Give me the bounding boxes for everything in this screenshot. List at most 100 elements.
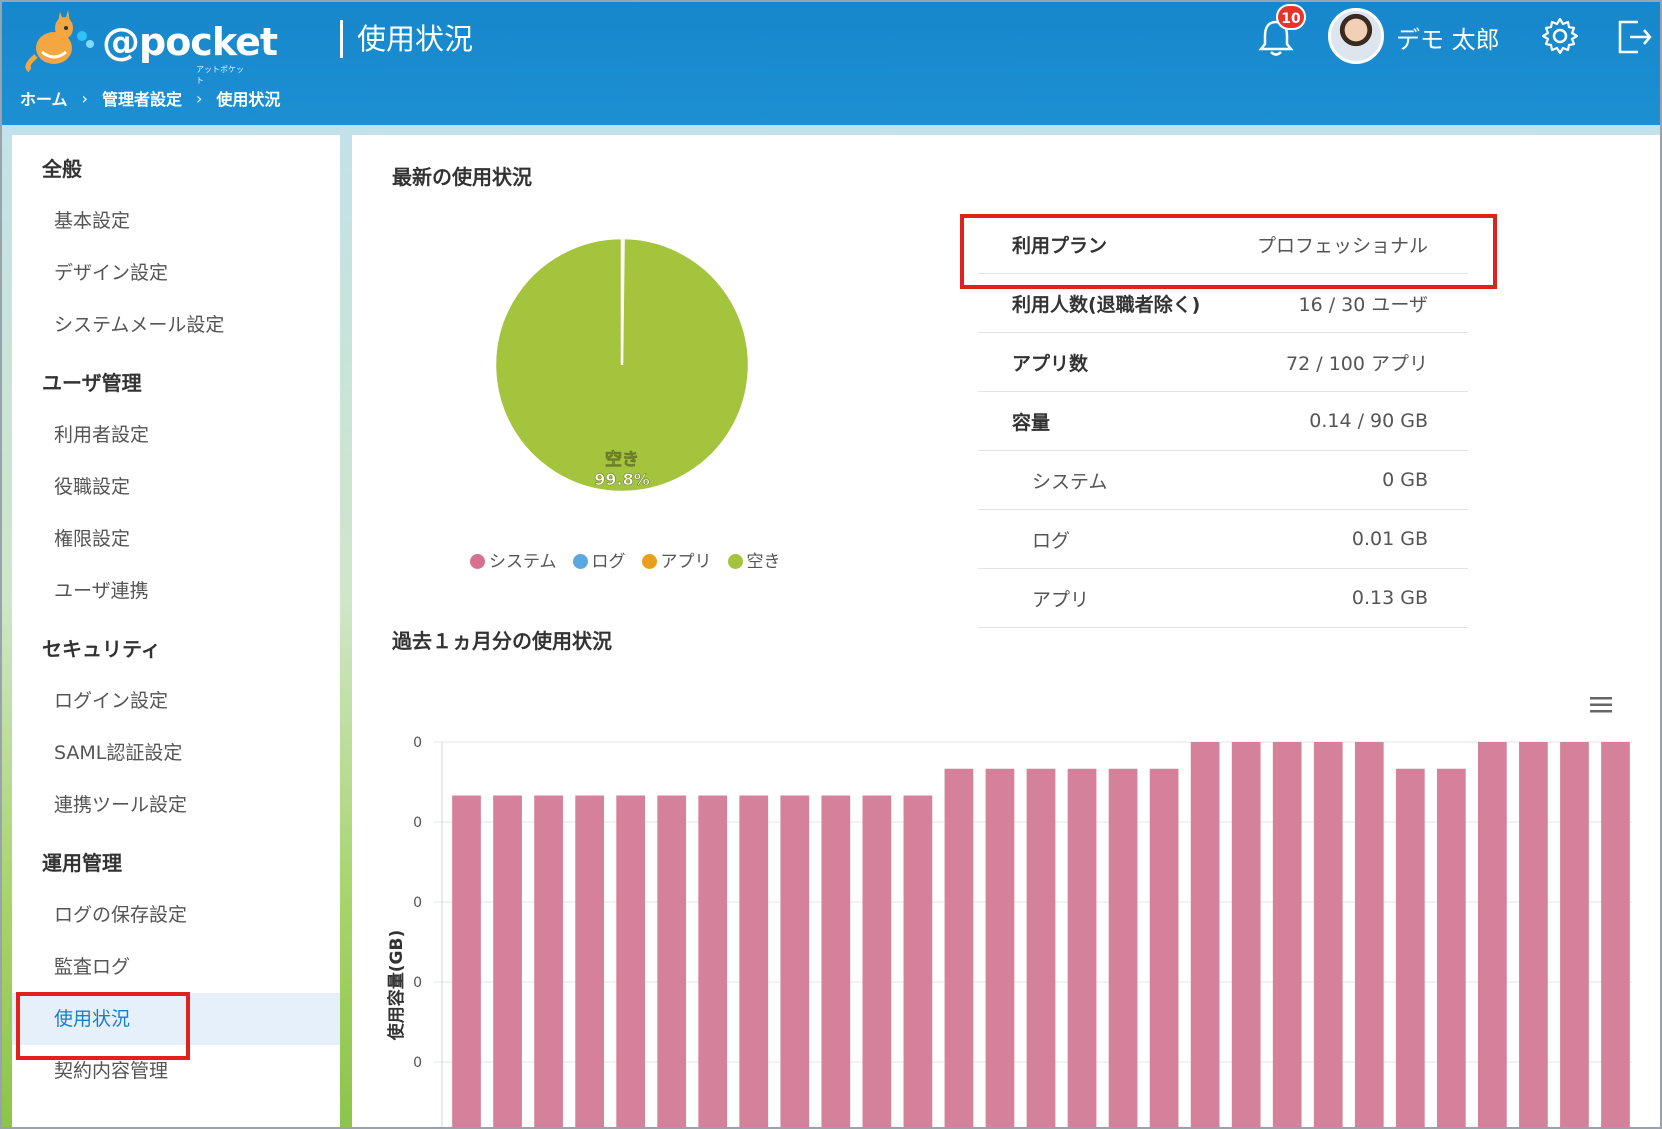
breadcrumb-home[interactable]: ホーム — [20, 86, 68, 110]
notification-badge: 10 — [1276, 4, 1306, 30]
avatar[interactable] — [1328, 8, 1384, 64]
y-tick-label: 0 — [413, 975, 422, 991]
bar-20[interactable] — [1272, 742, 1302, 1129]
info-row-label: システム — [1032, 470, 1108, 493]
legend-item-3[interactable]: 空き — [727, 547, 781, 572]
sidebar-item-log-retention[interactable]: ログの保存設定 — [12, 889, 340, 941]
sidebar: 全般 基本設定 デザイン設定 システムメール設定 ユーザ管理 利用者設定 役職設… — [12, 135, 340, 1127]
legend-item-0[interactable]: システム — [470, 547, 557, 572]
legend-dot — [641, 554, 657, 569]
bar-21[interactable] — [1313, 742, 1343, 1129]
bar-12[interactable] — [944, 768, 974, 1129]
bar-3[interactable] — [575, 795, 604, 1129]
sidebar-section-general: 全般 — [42, 157, 82, 181]
bar-8[interactable] — [780, 795, 810, 1129]
usage-pie-chart: 空き99.8% — [493, 236, 751, 494]
info-row-label: ログ — [1032, 529, 1071, 552]
info-row-value: 0.13 GB — [1351, 587, 1428, 609]
bar-0[interactable] — [452, 795, 481, 1129]
info-row-label: アプリ — [1032, 588, 1090, 611]
bar-11[interactable] — [903, 795, 933, 1129]
sidebar-item-audit-log[interactable]: 監査ログ — [12, 941, 340, 993]
app-logo[interactable]: @pocket アットポケット — [20, 6, 278, 85]
breadcrumb-separator: › — [81, 88, 88, 108]
sidebar-item-user-integration[interactable]: ユーザ連携 — [12, 565, 340, 617]
bar-19[interactable] — [1231, 742, 1261, 1129]
pie-legend: システム ログ アプリ 空き — [470, 547, 781, 572]
bar-28[interactable] — [1601, 742, 1630, 1129]
bar-23[interactable] — [1395, 768, 1425, 1129]
info-row-label: 利用人数(退職者除く) — [1012, 293, 1201, 316]
bar-13[interactable] — [985, 768, 1015, 1129]
sidebar-item-permission-settings[interactable]: 権限設定 — [12, 513, 340, 565]
sidebar-item-design-settings[interactable]: デザイン設定 — [12, 247, 340, 299]
bar-24[interactable] — [1436, 768, 1466, 1129]
y-tick-label: 0 — [413, 1055, 422, 1071]
legend-item-2[interactable]: アプリ — [641, 547, 712, 572]
bar-16[interactable] — [1108, 768, 1138, 1129]
info-row: ログ 0.01 GB — [978, 510, 1468, 569]
sidebar-section-security: セキュリティ — [42, 637, 161, 661]
bar-4[interactable] — [616, 795, 646, 1129]
info-row-value: 72 / 100 アプリ — [1286, 352, 1428, 375]
breadcrumb-admin-settings[interactable]: 管理者設定 — [102, 86, 182, 110]
breadcrumb-current: 使用状況 — [216, 90, 281, 109]
sidebar-item-login-settings[interactable]: ログイン設定 — [12, 675, 340, 727]
info-row: アプリ 0.13 GB — [978, 569, 1468, 628]
bar-17[interactable] — [1149, 768, 1179, 1129]
legend-label: ログ — [591, 552, 626, 572]
monthly-usage-title: 過去１ヵ月分の使用状況 — [392, 629, 612, 653]
legend-label: 空き — [746, 552, 781, 572]
bar-15[interactable] — [1067, 768, 1097, 1129]
legend-item-1[interactable]: ログ — [572, 547, 626, 572]
bar-9[interactable] — [821, 795, 851, 1129]
sidebar-section-user-management: ユーザ管理 — [42, 371, 142, 395]
app-window: @pocket アットポケット 使用状況 ホーム › 管理者設定 › 使用状況 … — [0, 0, 1662, 1129]
sidebar-item-integration-tool-settings[interactable]: 連携ツール設定 — [12, 779, 340, 831]
sidebar-item-system-mail-settings[interactable]: システムメール設定 — [12, 299, 340, 351]
bar-27[interactable] — [1560, 742, 1589, 1129]
header: @pocket アットポケット 使用状況 ホーム › 管理者設定 › 使用状況 … — [2, 2, 1660, 125]
legend-label: アプリ — [660, 552, 712, 572]
bar-25[interactable] — [1478, 742, 1507, 1129]
bar-26[interactable] — [1519, 742, 1548, 1129]
chart-menu-icon[interactable] — [1590, 697, 1612, 713]
sidebar-item-contract-management[interactable]: 契約内容管理 — [12, 1045, 340, 1097]
user-name[interactable]: デモ 太郎 — [1396, 20, 1500, 55]
logout-icon[interactable] — [1614, 16, 1654, 56]
bar-18[interactable] — [1190, 742, 1220, 1129]
bar-6[interactable] — [698, 795, 728, 1129]
pie-data-label-name: 空き — [605, 449, 639, 470]
logo-text: @pocket — [102, 20, 278, 64]
sidebar-item-basic-settings[interactable]: 基本設定 — [12, 195, 340, 247]
gear-icon[interactable] — [1540, 16, 1580, 56]
bar-22[interactable] — [1354, 742, 1384, 1129]
monthly-usage-bar-chart: 000000使用容量(GB) — [386, 735, 1632, 1129]
legend-dot — [727, 554, 743, 569]
info-row: システム 0 GB — [978, 451, 1468, 510]
info-row-value: 0.01 GB — [1351, 528, 1428, 550]
bar-5[interactable] — [657, 795, 687, 1129]
legend-dot — [572, 554, 588, 569]
bar-7[interactable] — [739, 795, 769, 1129]
sidebar-item-saml-settings[interactable]: SAML認証設定 — [12, 727, 340, 779]
sidebar-item-usage[interactable]: 使用状況 — [12, 992, 340, 1060]
info-row: アプリ数 72 / 100 アプリ — [978, 333, 1468, 392]
y-tick-label: 0 — [413, 815, 422, 831]
info-row: 容量 0.14 / 90 GB — [978, 392, 1468, 451]
bar-1[interactable] — [493, 795, 522, 1129]
y-axis-label: 使用容量(GB) — [386, 930, 407, 1041]
y-tick-label: 0 — [413, 735, 422, 751]
pie-data-label-value: 99.8% — [594, 470, 650, 489]
page-title: 使用状況 — [340, 20, 473, 58]
sidebar-item-position-settings[interactable]: 役職設定 — [12, 461, 340, 513]
latest-usage-title: 最新の使用状況 — [392, 165, 532, 189]
kangaroo-logo-icon — [25, 10, 94, 73]
plan-highlight-box — [960, 214, 1497, 289]
bar-10[interactable] — [862, 795, 892, 1129]
sidebar-item-user-settings[interactable]: 利用者設定 — [12, 409, 340, 461]
breadcrumb: ホーム › 管理者設定 › 使用状況 — [20, 86, 280, 110]
bar-2[interactable] — [534, 795, 563, 1129]
info-row-value: 0 GB — [1382, 469, 1428, 491]
bar-14[interactable] — [1026, 768, 1056, 1129]
